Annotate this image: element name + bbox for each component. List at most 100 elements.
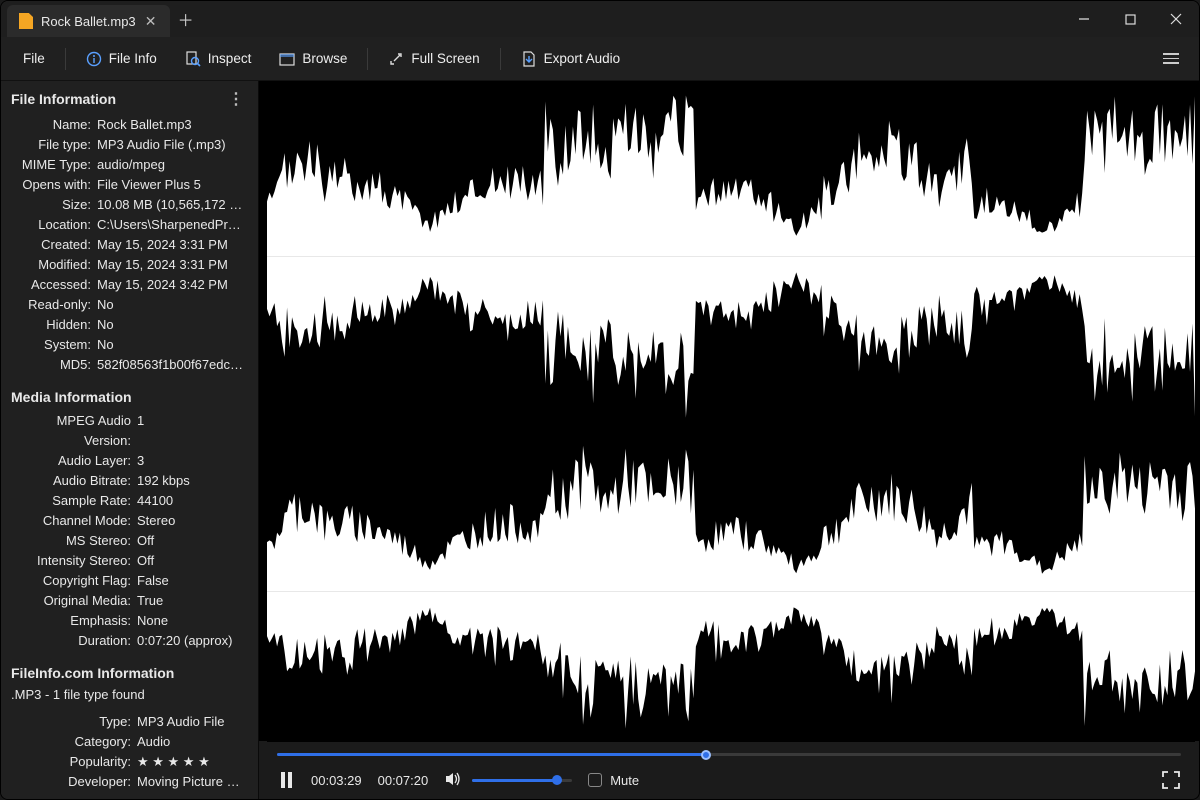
media-information-section: Media Information MPEG Audio Version:1Au… [11,389,248,651]
property-value: 1 [137,411,248,451]
property-key: MD5: [11,355,97,375]
info-icon [86,51,102,67]
mute-checkbox[interactable]: Mute [588,773,639,788]
file-icon [19,13,33,29]
property-key: Modified: [11,255,97,275]
fileinfo-section: FileInfo.com Information .MP3 - 1 file t… [11,665,248,792]
property-value: 44100 [137,491,248,511]
file-info-button[interactable]: File Info [74,45,169,73]
document-tab[interactable]: Rock Ballet.mp3 ✕ [7,5,170,37]
inspect-icon [185,51,201,67]
file-info-label: File Info [109,51,157,66]
property-key: File type: [11,135,97,155]
property-value: ★ ★ ★ ★ ★ [137,752,248,772]
menu-button[interactable] [1153,41,1189,77]
window-close-button[interactable] [1153,1,1199,37]
property-value: Rock Ballet.mp3 [97,115,248,135]
browse-icon [279,51,295,67]
property-value: Off [137,531,248,551]
property-key: Opens with: [11,175,97,195]
property-key: Audio Bitrate: [11,471,137,491]
current-time: 00:03:29 [311,773,362,788]
property-key: Audio Layer: [11,451,137,471]
property-key: Category: [11,732,137,752]
property-key: Intensity Stereo: [11,551,137,571]
property-key: Original Media: [11,591,137,611]
property-value: May 15, 2024 3:42 PM [97,275,248,295]
section-menu-button[interactable]: ⋮ [224,89,248,109]
property-value: No [97,295,248,315]
volume-slider[interactable] [472,779,572,782]
property-value: 582f08563f1b00f67edca0f5... [97,355,248,375]
property-key: System: [11,335,97,355]
property-key: MIME Type: [11,155,97,175]
new-tab-button[interactable]: ＋ [170,1,202,37]
file-menu-label: File [23,51,45,66]
full-screen-button[interactable]: Full Screen [376,45,491,73]
property-key: Read-only: [11,295,97,315]
property-key: Emphasis: [11,611,137,631]
property-key: Created: [11,235,97,255]
waveform-right-channel[interactable] [267,442,1195,741]
file-menu[interactable]: File [11,45,57,72]
property-key: Hidden: [11,315,97,335]
property-key: MPEG Audio Version: [11,411,137,451]
property-value: True [137,591,248,611]
property-key: Duration: [11,631,137,651]
total-time: 00:07:20 [378,773,429,788]
property-key: Type: [11,712,137,732]
property-key: Size: [11,195,97,215]
property-value: No [97,335,248,355]
tab-title: Rock Ballet.mp3 [41,14,136,29]
property-key: Sample Rate: [11,491,137,511]
property-value: MP3 Audio File (.mp3) [97,135,248,155]
property-value: MP3 Audio File [137,712,248,732]
file-information-section: File Information ⋮ Name:Rock Ballet.mp3F… [11,89,248,375]
property-value: 10.08 MB (10,565,172 bytes) [97,195,248,215]
window-minimize-button[interactable] [1061,1,1107,37]
checkbox-icon [588,773,602,787]
property-value: No [97,315,248,335]
fileinfo-title: FileInfo.com Information [11,665,174,681]
inspect-button[interactable]: Inspect [173,45,264,73]
pause-button[interactable] [277,771,295,789]
property-value: False [137,571,248,591]
media-information-title: Media Information [11,389,132,405]
property-value: 0:07:20 (approx) [137,631,248,651]
property-value: Stereo [137,511,248,531]
window-maximize-button[interactable] [1107,1,1153,37]
full-screen-label: Full Screen [411,51,479,66]
audio-viewer: 00:03:29 00:07:20 Mute [259,81,1199,799]
export-audio-label: Export Audio [544,51,621,66]
property-value: 3 [137,451,248,471]
property-value: May 15, 2024 3:31 PM [97,255,248,275]
property-key: Name: [11,115,97,135]
fileinfo-found: .MP3 - 1 file type found [11,687,248,702]
property-key: Copyright Flag: [11,571,137,591]
property-value: audio/mpeg [97,155,248,175]
fullscreen-toggle-button[interactable] [1161,770,1181,790]
playback-controls: 00:03:29 00:07:20 Mute [259,741,1199,799]
volume-icon[interactable] [444,770,462,791]
property-key: MS Stereo: [11,531,137,551]
property-value: Audio [137,732,248,752]
waveform-left-channel[interactable] [267,87,1195,426]
mute-label: Mute [610,773,639,788]
browse-label: Browse [302,51,347,66]
property-key: Developer: [11,772,137,792]
fullscreen-icon [388,51,404,67]
tab-close-button[interactable]: ✕ [144,14,158,28]
seek-bar[interactable] [277,747,1181,761]
titlebar: Rock Ballet.mp3 ✕ ＋ [1,1,1199,37]
property-value: 192 kbps [137,471,248,491]
toolbar: File File Info Inspect Browse Full [1,37,1199,81]
property-key: Accessed: [11,275,97,295]
property-value: File Viewer Plus 5 [97,175,248,195]
inspect-label: Inspect [208,51,252,66]
property-value: C:\Users\SharpenedProdu... [97,215,248,235]
export-icon [521,51,537,67]
property-key: Popularity: [11,752,137,772]
sidebar: File Information ⋮ Name:Rock Ballet.mp3F… [1,81,259,799]
browse-button[interactable]: Browse [267,45,359,73]
export-audio-button[interactable]: Export Audio [509,45,633,73]
